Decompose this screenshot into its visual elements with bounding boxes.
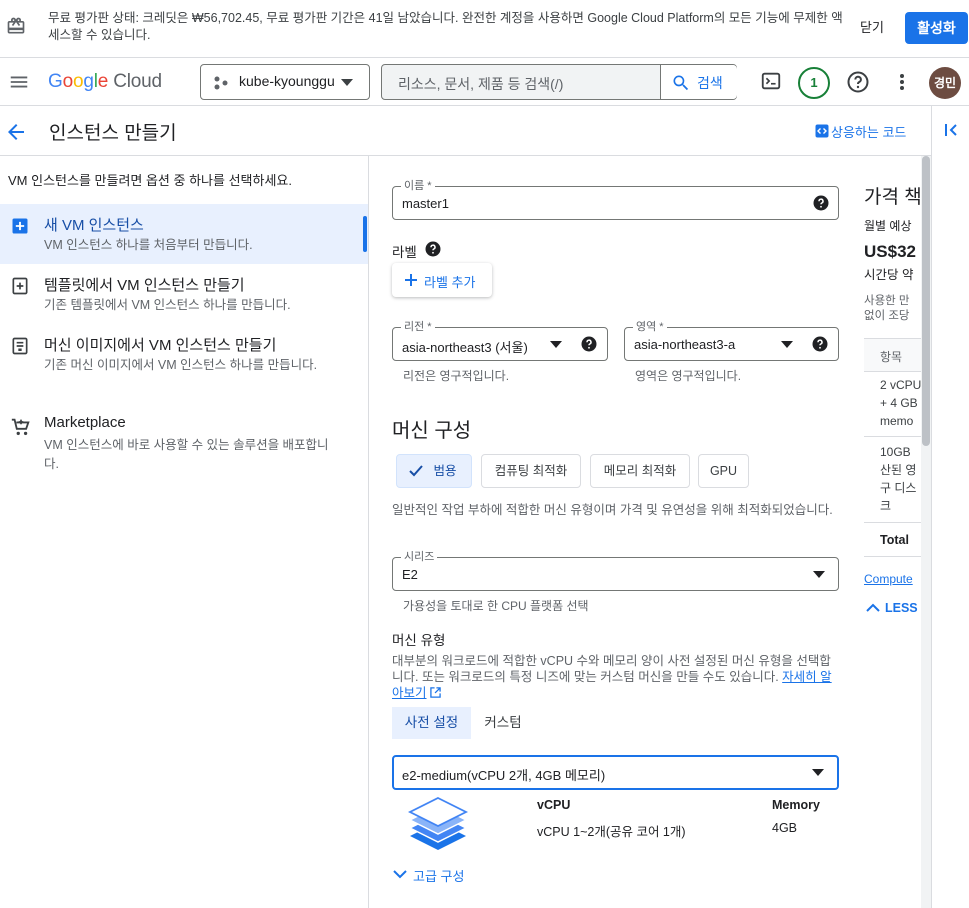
spec-vcpu-header: vCPU — [537, 798, 571, 812]
options-intro: VM 인스턴스를 만들려면 옵션 중 하나를 선택하세요. — [8, 173, 292, 188]
add-label-button[interactable]: 라벨 추가 — [392, 263, 492, 297]
search-icon — [671, 73, 691, 93]
expand-more-icon — [392, 868, 408, 880]
more-vert-icon[interactable] — [890, 70, 914, 94]
family-gpu[interactable]: GPU — [698, 454, 749, 488]
price-row-disk: 10GB 산된 영구 디스 크 — [880, 445, 917, 513]
marketplace-icon — [10, 416, 32, 438]
option-from-template[interactable]: 템플릿에서 VM 인스턴스 만들기 기존 템플릿에서 VM 인스턴스 하나를 만… — [0, 264, 368, 324]
machine-type-title: 머신 유형 — [392, 633, 446, 648]
creation-options-panel: VM 인스턴스를 만들려면 옵션 중 하나를 선택하세요. 새 VM 인스턴스 … — [0, 156, 369, 908]
option-from-machine-image[interactable]: 머신 이미지에서 VM 인스턴스 만들기 기존 머신 이미지에서 VM 인스턴스… — [0, 324, 368, 396]
avatar[interactable]: 경민 — [929, 67, 961, 99]
check-icon — [409, 465, 423, 477]
help-circle-icon[interactable] — [581, 336, 597, 352]
machine-type-value: e2-medium(vCPU 2개, 4GB 메모리) — [402, 768, 606, 783]
family-compute-optimized[interactable]: 컴퓨팅 최적화 — [481, 454, 581, 488]
dropdown-arrow-icon — [341, 79, 353, 87]
spec-memory-header: Memory — [772, 798, 820, 812]
project-name: kube-kyounggu — [239, 73, 335, 89]
price-row-compute: 2 vCPU + 4 GB memo — [880, 378, 922, 428]
help-icon[interactable] — [846, 70, 870, 94]
code-icon — [815, 124, 829, 138]
equivalent-code-button[interactable]: 상응하는 코드 — [815, 122, 906, 141]
expand-less-icon — [866, 603, 880, 613]
machine-type-description: 대부분의 워크로드에 적합한 vCPU 수와 메모리 양이 사전 설정된 머신 … — [392, 654, 832, 700]
machine-type-select[interactable]: e2-medium(vCPU 2개, 4GB 메모리) — [392, 755, 839, 790]
instance-name-field[interactable]: 이름 * master1 — [392, 179, 839, 220]
search-bar[interactable]: 리소스, 문서, 제품 등 검색(/) 검색 — [381, 64, 737, 100]
spec-memory-value: 4GB — [772, 821, 798, 835]
trial-banner: 무료 평가판 상태: 크레딧은 ₩56,702.45, 무료 평가판 기간은 4… — [0, 0, 969, 58]
template-icon — [10, 276, 30, 296]
option-new-vm-instance[interactable]: 새 VM 인스턴스 VM 인스턴스 하나를 처음부터 만듭니다. — [0, 204, 368, 264]
dropdown-arrow-icon — [813, 571, 825, 579]
zone-select[interactable]: 영역 * asia-northeast3-a — [624, 320, 839, 361]
search-button[interactable]: 검색 — [660, 65, 737, 99]
project-icon — [213, 75, 229, 91]
pricing-panel: 가격 책 월별 예상 US$32 시간당 약 사용한 만 없이 조당 항목 2 … — [852, 156, 922, 908]
zone-value: asia-northeast3-a — [634, 337, 736, 352]
zone-hint: 영역은 영구적입니다. — [635, 369, 742, 383]
notifications-badge[interactable]: 1 — [798, 67, 830, 99]
gift-icon — [6, 16, 26, 36]
tab-preset[interactable]: 사전 설정 — [392, 707, 471, 739]
monthly-estimate: US$32 — [864, 242, 916, 261]
instance-name-value[interactable]: master1 — [402, 196, 449, 211]
scrollbar-thumb[interactable] — [922, 156, 930, 446]
add-box-icon — [10, 216, 30, 236]
family-general-purpose[interactable]: 범용 — [396, 454, 472, 488]
family-description: 일반적인 작업 부하에 적합한 머신 유형이며 가격 및 유연성을 위해 최적화… — [392, 503, 833, 517]
layers-icon — [406, 794, 470, 856]
dropdown-arrow-icon — [550, 341, 562, 349]
back-arrow-icon[interactable] — [4, 120, 28, 144]
collapse-panel-icon[interactable] — [944, 122, 960, 138]
project-selector[interactable]: kube-kyounggu — [200, 64, 370, 100]
pricing-title: 가격 책 — [864, 187, 922, 208]
series-value: E2 — [402, 567, 418, 582]
compute-pricing-link[interactable]: Compute — [864, 572, 913, 586]
page-header: 인스턴스 만들기 상응하는 코드 — [0, 106, 931, 156]
price-total: Total — [880, 533, 909, 547]
dropdown-arrow-icon — [812, 769, 824, 777]
machine-config-title: 머신 구성 — [392, 420, 472, 442]
page-title: 인스턴스 만들기 — [49, 123, 177, 144]
content-scrollbar[interactable] — [921, 156, 931, 908]
help-circle-icon[interactable] — [813, 195, 829, 211]
right-side-rail — [931, 106, 969, 908]
machine-image-icon — [10, 336, 30, 356]
region-hint: 리전은 영구적입니다. — [403, 369, 510, 383]
open-new-icon — [430, 687, 441, 698]
labels-title: 라벨 — [392, 245, 417, 260]
region-select[interactable]: 리전 * asia-northeast3 (서울) — [392, 320, 608, 361]
region-value: asia-northeast3 (서울) — [402, 340, 528, 355]
menu-icon[interactable] — [8, 70, 30, 94]
series-hint: 가용성을 토대로 한 CPU 플랫폼 선택 — [403, 599, 589, 613]
spec-vcpu-value: vCPU 1~2개(공유 코어 1개) — [537, 825, 686, 839]
search-input[interactable]: 리소스, 문서, 제품 등 검색(/) — [398, 74, 563, 94]
tab-custom[interactable]: 커스텀 — [471, 707, 535, 739]
help-circle-icon[interactable] — [425, 241, 441, 257]
dismiss-button[interactable]: 닫기 — [846, 16, 898, 40]
activate-button[interactable]: 활성화 — [905, 12, 968, 44]
add-icon — [404, 273, 418, 287]
google-cloud-logo[interactable]: Google Cloud — [48, 70, 162, 94]
family-memory-optimized[interactable]: 메모리 최적화 — [590, 454, 690, 488]
series-select[interactable]: 시리즈 E2 — [392, 550, 839, 591]
trial-status-text: 무료 평가판 상태: 크레딧은 ₩56,702.45, 무료 평가판 기간은 4… — [48, 11, 843, 42]
option-marketplace[interactable]: Marketplace VM 인스턴스에 바로 사용할 수 있는 솔루션을 배포… — [0, 404, 368, 476]
help-circle-icon[interactable] — [812, 336, 828, 352]
dropdown-arrow-icon — [781, 341, 793, 349]
cloud-shell-icon[interactable] — [760, 70, 782, 92]
